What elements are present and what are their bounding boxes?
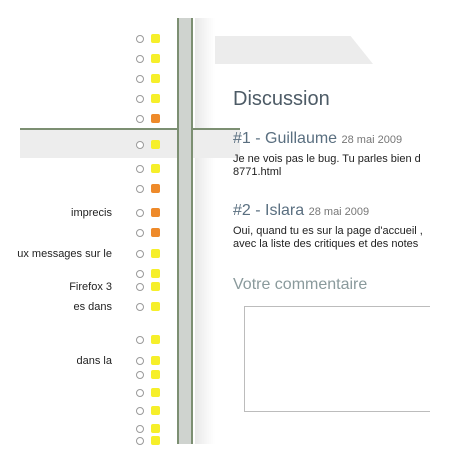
status-indicator xyxy=(151,184,160,193)
status-indicator xyxy=(151,94,160,103)
radio-button[interactable] xyxy=(136,389,144,397)
status-indicator xyxy=(151,282,160,291)
status-indicator xyxy=(151,436,160,445)
status-indicator xyxy=(151,302,160,311)
list-item-label: es dans xyxy=(73,301,112,313)
vertical-divider xyxy=(177,18,193,444)
list-item[interactable] xyxy=(0,432,170,452)
comment-date: 28 mai 2009 xyxy=(341,134,403,146)
list-item[interactable]: ux messages sur le xyxy=(0,245,170,265)
radio-button[interactable] xyxy=(136,283,144,291)
comment-author: Islara xyxy=(265,202,305,219)
comment-line: Je ne vois pas le bug. Tu parles bien d xyxy=(233,153,421,165)
status-indicator xyxy=(151,34,160,43)
comment-textarea[interactable] xyxy=(244,306,430,412)
status-indicator xyxy=(151,406,160,415)
comment-number: #1 xyxy=(233,130,251,147)
post-shadow xyxy=(195,18,215,444)
comment-line: 8771.html xyxy=(233,166,282,178)
list-item[interactable]: imprecis xyxy=(0,204,170,224)
status-indicator xyxy=(151,164,160,173)
comment-header: #2 - Islara 28 mai 2009 xyxy=(233,202,370,219)
status-indicator xyxy=(151,114,160,123)
status-indicator xyxy=(151,388,160,397)
radio-button[interactable] xyxy=(136,437,144,445)
list-item-label: ux messages sur le xyxy=(17,248,112,260)
list-item[interactable] xyxy=(0,30,170,50)
list-item[interactable] xyxy=(0,180,170,200)
list-item[interactable]: es dans xyxy=(0,298,170,318)
list-item[interactable] xyxy=(0,366,170,386)
discussion-title: Discussion xyxy=(233,88,330,110)
list-item[interactable] xyxy=(0,224,170,244)
list-item[interactable] xyxy=(0,160,170,180)
radio-button[interactable] xyxy=(136,407,144,415)
list-item[interactable] xyxy=(0,70,170,90)
status-indicator xyxy=(151,140,160,149)
list-item[interactable] xyxy=(0,50,170,70)
comment-number: #2 xyxy=(233,202,251,219)
status-indicator xyxy=(151,228,160,237)
radio-button[interactable] xyxy=(136,185,144,193)
comment-line: avec la liste des critiques et des notes xyxy=(233,238,419,250)
list-item-label: imprecis xyxy=(71,207,112,219)
radio-button[interactable] xyxy=(136,165,144,173)
status-indicator xyxy=(151,370,160,379)
comment-body: Je ne vois pas le bug. Tu parles bien d … xyxy=(233,153,461,179)
status-indicator xyxy=(151,249,160,258)
radio-button[interactable] xyxy=(136,95,144,103)
radio-button[interactable] xyxy=(136,250,144,258)
radio-button[interactable] xyxy=(136,141,144,149)
status-indicator xyxy=(151,74,160,83)
header-wedge xyxy=(213,36,373,64)
list-item[interactable] xyxy=(0,110,170,130)
status-indicator xyxy=(151,54,160,63)
comment-body: Oui, quand tu es sur la page d'accueil ,… xyxy=(233,225,461,251)
radio-button[interactable] xyxy=(136,270,144,278)
list-item-label: Firefox 3 xyxy=(69,281,112,293)
status-indicator xyxy=(151,335,160,344)
radio-button[interactable] xyxy=(136,303,144,311)
list-item[interactable]: Firefox 3 xyxy=(0,278,170,298)
radio-button[interactable] xyxy=(136,336,144,344)
radio-button[interactable] xyxy=(136,115,144,123)
list-item[interactable] xyxy=(0,90,170,110)
radio-button[interactable] xyxy=(136,371,144,379)
status-indicator xyxy=(151,208,160,217)
comment-header: #1 - Guillaume 28 mai 2009 xyxy=(233,130,403,147)
radio-button[interactable] xyxy=(136,35,144,43)
list-item[interactable] xyxy=(0,331,170,351)
radio-button[interactable] xyxy=(136,229,144,237)
list-item[interactable] xyxy=(0,384,170,404)
list-item[interactable] xyxy=(0,136,170,156)
comment-date: 28 mai 2009 xyxy=(308,206,370,218)
status-indicator xyxy=(151,356,160,365)
radio-button[interactable] xyxy=(136,55,144,63)
comment-author: Guillaume xyxy=(265,130,338,147)
list-item[interactable] xyxy=(0,402,170,422)
radio-button[interactable] xyxy=(136,357,144,365)
status-indicator xyxy=(151,269,160,278)
comment-line: Oui, quand tu es sur la page d'accueil , xyxy=(233,225,423,237)
comment-form-title: Votre commentaire xyxy=(233,276,368,293)
radio-button[interactable] xyxy=(136,209,144,217)
radio-button[interactable] xyxy=(136,75,144,83)
